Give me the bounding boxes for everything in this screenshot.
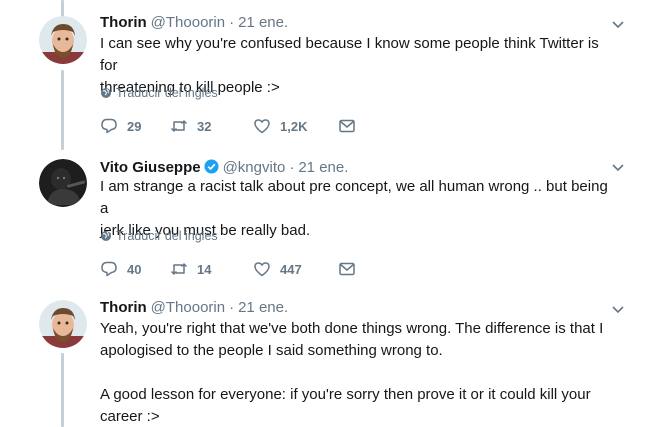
tweet-text-line [100,362,620,384]
reply-button[interactable]: 29 [100,117,170,135]
retweet-button[interactable]: 32 [170,117,253,135]
chevron-down-icon[interactable] [611,161,625,175]
translate-link[interactable]: Traducir del inglés [100,86,218,100]
tweet-text-line: Yeah, you're right that we've both done … [100,320,604,337]
author-handle[interactable]: @Thooorin [151,14,225,31]
like-button[interactable]: 447 [253,260,338,278]
tweet[interactable]: Thorin @Thooorin · 21 ene. Yeah, you're … [0,290,667,427]
retweet-count: 14 [197,261,212,277]
tweet-date[interactable]: 21 ene. [238,299,288,316]
separator: · [229,14,235,31]
author-name[interactable]: Thorin [100,14,147,31]
like-button[interactable]: 1,2K [253,117,338,135]
tweet-text-line: apologised to the people I said somethin… [100,342,443,359]
reply-count: 40 [127,261,142,277]
dm-icon [339,119,355,133]
retweet-icon [170,120,188,132]
separator: · [289,159,295,176]
author-handle[interactable]: @kngvito [223,159,286,176]
translate-link[interactable]: Traducir del inglés [100,229,218,243]
author-handle[interactable]: @Thooorin [151,299,225,316]
avatar[interactable] [39,300,87,348]
retweet-icon [170,263,188,275]
tweet-text: Yeah, you're right that we've both done … [100,318,620,427]
tweet-text-line: A good lesson for everyone: if you're so… [100,386,591,403]
tweet-date[interactable]: 21 ene. [238,14,288,31]
like-count: 447 [280,261,302,277]
author-name[interactable]: Thorin [100,299,147,316]
reply-count: 29 [127,118,142,134]
chevron-down-icon[interactable] [611,303,625,317]
tweet[interactable]: Vito Giuseppe @kngvito · 21 ene. I am st… [0,145,667,290]
avatar[interactable] [39,16,87,64]
reply-icon [101,261,117,277]
dm-button[interactable] [338,260,356,278]
verified-badge-icon [204,159,219,174]
globe-icon [101,231,111,241]
avatar[interactable] [39,159,87,207]
retweet-count: 32 [197,118,212,134]
separator: · [229,299,235,316]
chevron-down-icon[interactable] [611,18,625,32]
translate-label[interactable]: Traducir del inglés [116,86,218,100]
translate-label[interactable]: Traducir del inglés [116,229,218,243]
like-icon [254,119,270,134]
tweet[interactable]: Thorin @Thooorin · 21 ene. I can see why… [0,0,667,145]
dm-button[interactable] [338,117,356,135]
tweet-text-line: I am strange a racist talk about pre con… [100,178,608,217]
dm-icon [339,262,355,276]
tweet-text-line: career :> [100,408,160,425]
tweet-date[interactable]: 21 ene. [298,159,348,176]
like-icon [254,262,270,277]
author-name[interactable]: Vito Giuseppe [100,159,201,176]
reply-button[interactable]: 40 [100,260,170,278]
reply-icon [101,118,117,134]
like-count: 1,2K [280,118,308,134]
globe-icon [101,88,111,98]
tweet-text-line: I can see why you're confused because I … [100,35,599,74]
retweet-button[interactable]: 14 [170,260,253,278]
